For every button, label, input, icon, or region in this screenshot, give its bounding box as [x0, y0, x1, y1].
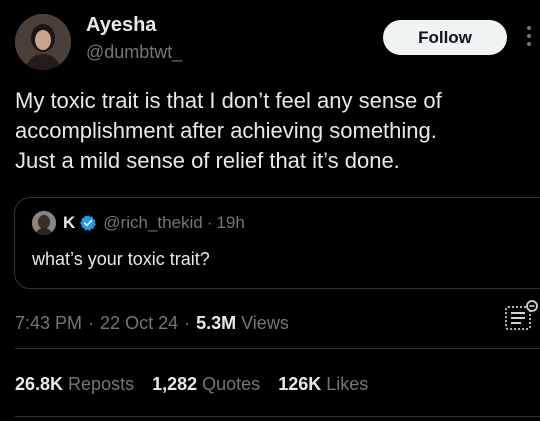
author-handle[interactable]: @dumbtwt_ [86, 42, 182, 63]
reposts-label: Reposts [68, 374, 135, 394]
likes-count: 126K [278, 374, 322, 394]
tweet-meta: 7:43 PM · 22 Oct 24 · 5.3M Views [15, 313, 289, 334]
follow-button[interactable]: Follow [383, 20, 507, 55]
quoted-tweet-text: what’s your toxic trait? [32, 249, 210, 269]
reposts-count: 26.8K [15, 374, 64, 394]
reposts-stat[interactable]: 26.8K Reposts [15, 374, 134, 395]
quoted-author-name: K [63, 213, 76, 232]
quoted-tweet[interactable]: K @rich_thekid · 19h what’s your toxic t… [14, 197, 540, 289]
separator-dot: · [184, 313, 191, 333]
author-display-name[interactable]: Ayesha [86, 14, 156, 37]
separator-dot: · [88, 313, 95, 333]
likes-stat[interactable]: 126K Likes [278, 374, 368, 395]
quoted-timestamp: 19h [216, 213, 245, 232]
tweet-text: My toxic trait is that I don’t feel any … [15, 86, 540, 176]
view-analytics-icon[interactable] [504, 299, 538, 331]
tweet-line: accomplishment after achieving something… [15, 118, 437, 143]
author-avatar[interactable] [15, 14, 71, 70]
separator-dot: · [206, 213, 213, 232]
quotes-count: 1,282 [152, 374, 198, 394]
quotes-label: Quotes [202, 374, 261, 394]
engagement-stats: 26.8K Reposts 1,282 Quotes 126K Likes [15, 374, 386, 395]
divider [15, 348, 540, 349]
avatar-image [15, 14, 71, 70]
tweet-line: Just a mild sense of relief that it’s do… [15, 148, 400, 173]
more-options-icon[interactable] [520, 22, 538, 52]
quoted-tweet-header: K @rich_thekid · 19h [32, 211, 245, 235]
views-label: Views [241, 313, 289, 333]
quotes-stat[interactable]: 1,282 Quotes [152, 374, 260, 395]
views-count: 5.3M [196, 313, 237, 333]
tweet-time[interactable]: 7:43 PM [15, 313, 82, 334]
tweet-date[interactable]: 22 Oct 24 [100, 313, 178, 334]
quoted-author-avatar [32, 211, 56, 235]
quoted-author-handle: @rich_thekid [103, 213, 203, 232]
divider [15, 416, 540, 417]
verified-badge-icon [80, 215, 97, 231]
likes-label: Likes [326, 374, 369, 394]
tweet-line: My toxic trait is that I don’t feel any … [15, 88, 442, 113]
